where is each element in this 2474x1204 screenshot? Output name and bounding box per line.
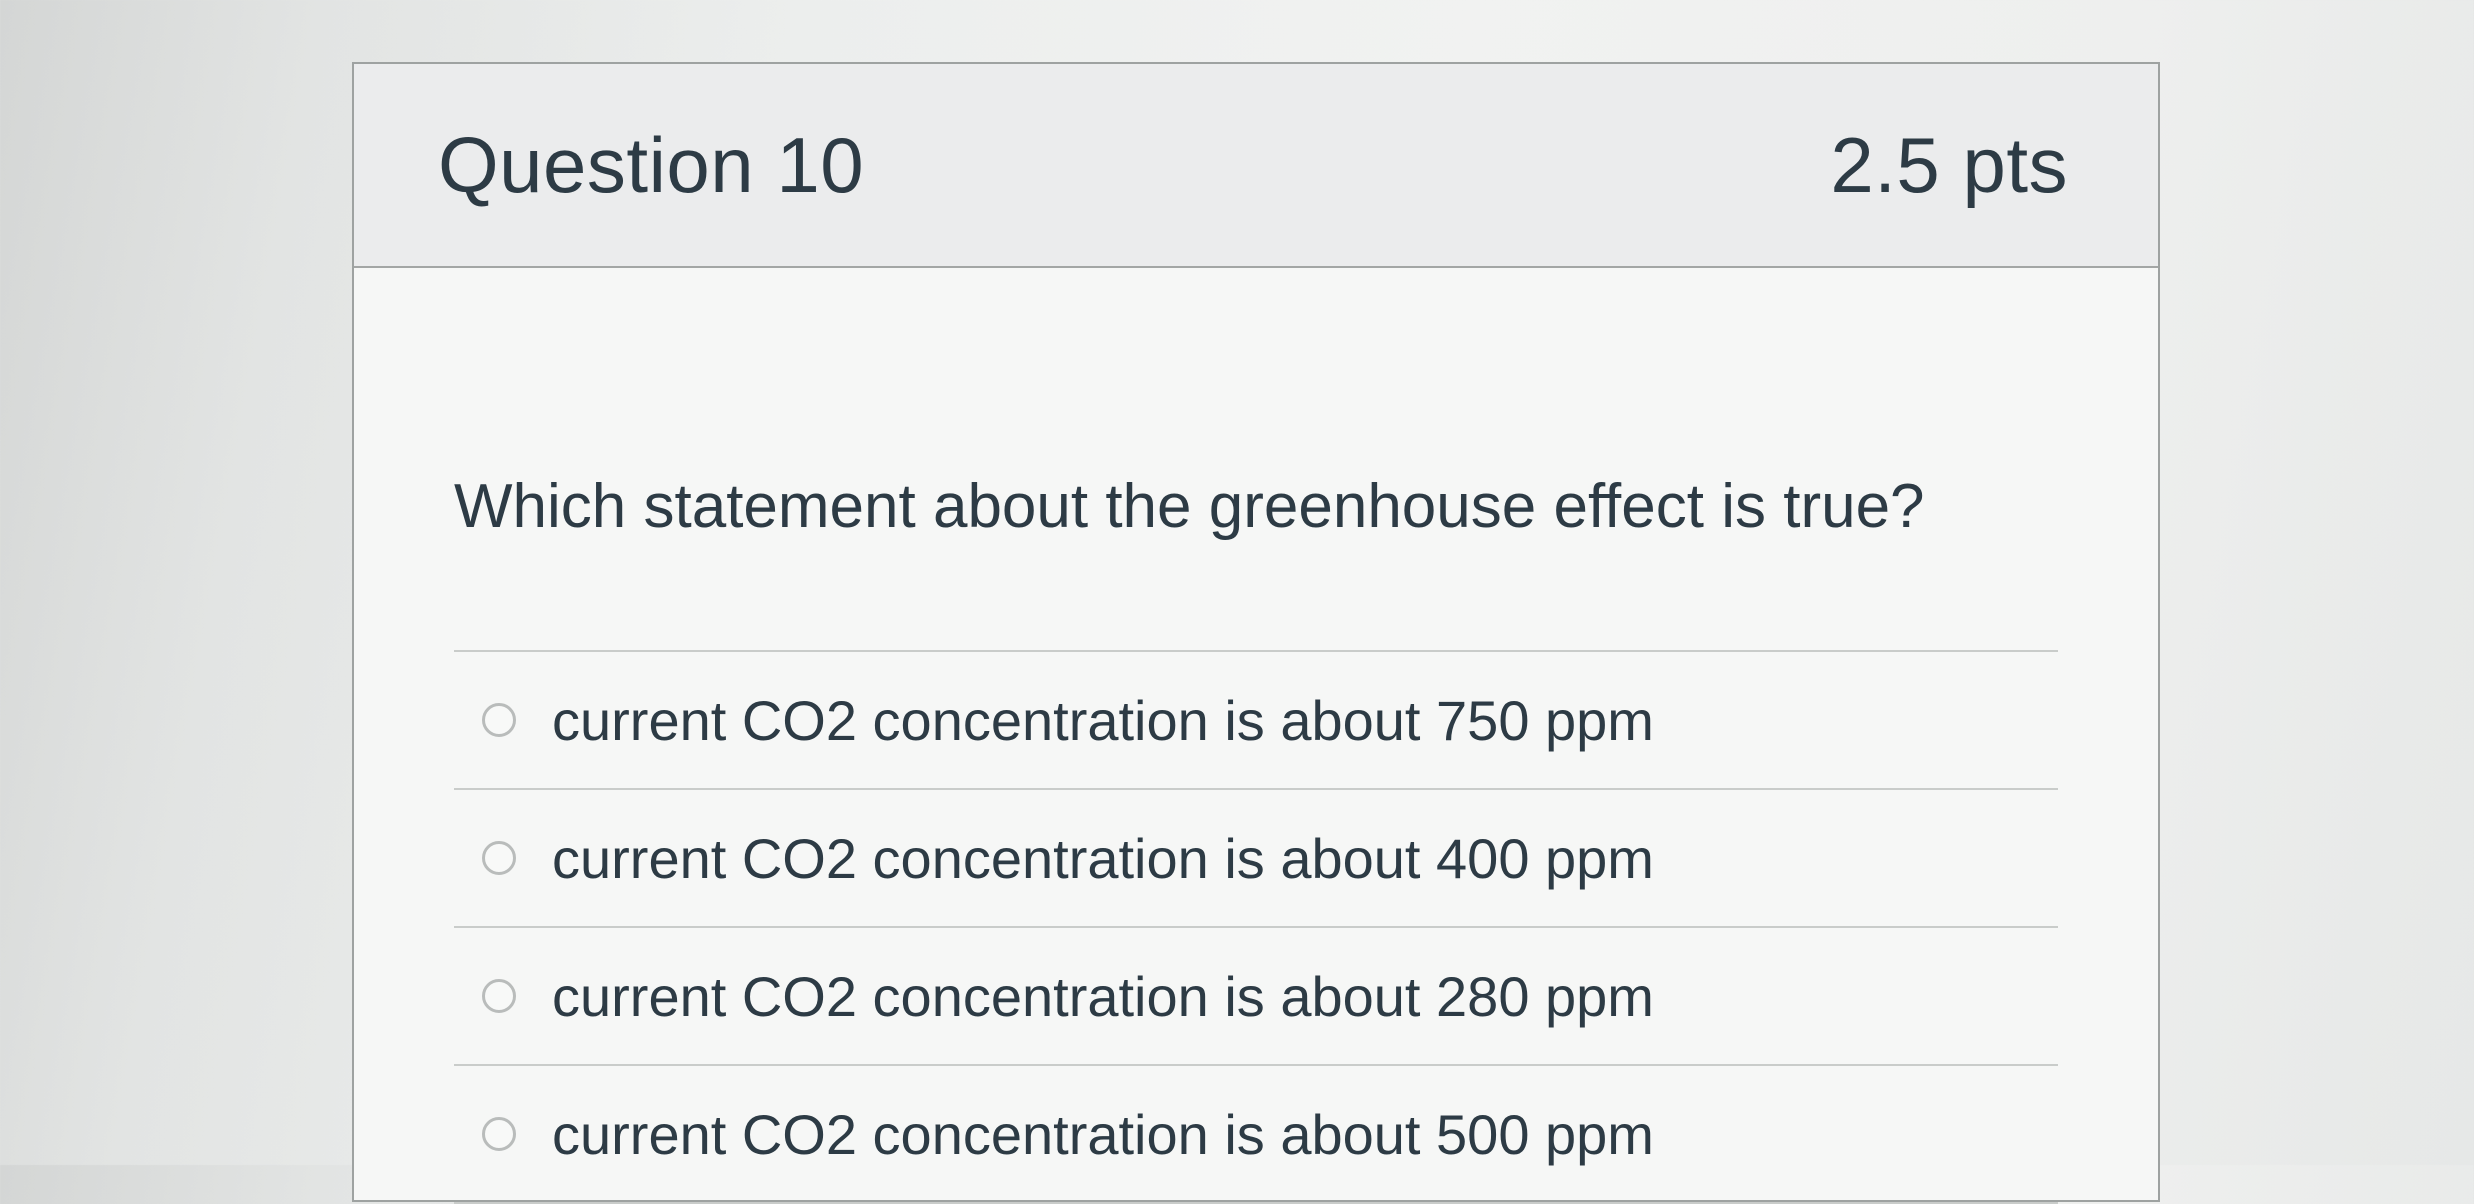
radio-button[interactable] xyxy=(482,841,516,875)
radio-button[interactable] xyxy=(482,979,516,1013)
answer-option[interactable]: current CO2 concentration is about 400 p… xyxy=(454,790,2058,928)
answer-label[interactable]: current CO2 concentration is about 280 p… xyxy=(552,964,1654,1029)
answer-label[interactable]: current CO2 concentration is about 500 p… xyxy=(552,1102,1654,1167)
question-body: Which statement about the greenhouse eff… xyxy=(354,472,2158,1204)
question-title: Question 10 xyxy=(438,120,865,209)
question-header: Question 10 2.5 pts xyxy=(354,64,2158,268)
answer-option[interactable]: current CO2 concentration is about 500 p… xyxy=(454,1066,2058,1204)
answer-option[interactable]: current CO2 concentration is about 750 p… xyxy=(454,652,2058,790)
radio-button[interactable] xyxy=(482,1117,516,1151)
quiz-question-card: Question 10 2.5 pts Which statement abou… xyxy=(352,62,2160,1204)
answer-label[interactable]: current CO2 concentration is about 400 p… xyxy=(552,826,1654,891)
answer-label[interactable]: current CO2 concentration is about 750 p… xyxy=(552,688,1654,753)
question-points: 2.5 pts xyxy=(1830,120,2068,209)
answer-option[interactable]: current CO2 concentration is about 280 p… xyxy=(454,928,2058,1066)
question-text: Which statement about the greenhouse eff… xyxy=(454,472,1925,541)
answer-list: current CO2 concentration is about 750 p… xyxy=(454,650,2058,1204)
radio-button[interactable] xyxy=(482,703,516,737)
